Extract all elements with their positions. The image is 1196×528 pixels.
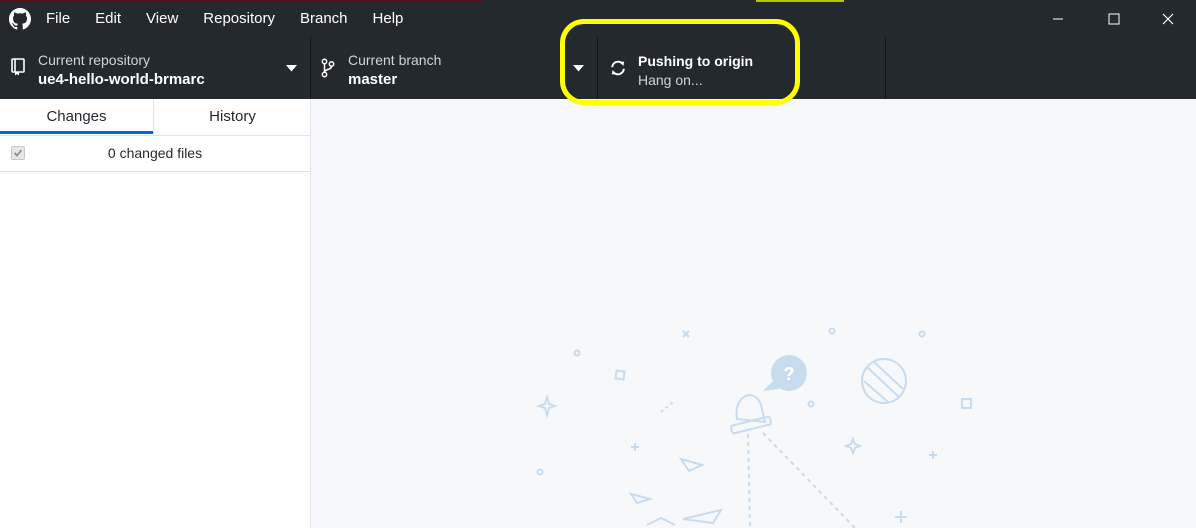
help-bubble-mark: ? bbox=[784, 364, 795, 384]
repository-selector[interactable]: Current repository ue4-hello-world-brmar… bbox=[0, 37, 311, 99]
window-accent-strip bbox=[756, 0, 844, 2]
selected-tab-indicator bbox=[0, 131, 153, 134]
decor-circle bbox=[573, 349, 581, 357]
maximize-button[interactable] bbox=[1086, 0, 1142, 37]
branch-icon bbox=[321, 58, 335, 78]
changed-files-count: 0 changed files bbox=[107, 145, 203, 161]
main-content: ? bbox=[311, 99, 1196, 528]
menu-help[interactable]: Help bbox=[371, 10, 406, 27]
tab-history[interactable]: History bbox=[153, 99, 311, 135]
menu-repository[interactable]: Repository bbox=[201, 10, 277, 27]
menu-view[interactable]: View bbox=[144, 10, 180, 27]
changed-files-header: 0 changed files bbox=[0, 136, 310, 172]
push-status: Hang on... bbox=[638, 72, 703, 88]
github-logo-icon[interactable] bbox=[9, 8, 31, 30]
menu-bar: File Edit View Repository Branch Help bbox=[44, 0, 426, 37]
decor-plus bbox=[929, 451, 937, 459]
decor-star bbox=[535, 393, 559, 419]
decor-circle bbox=[536, 468, 544, 476]
decor-star bbox=[843, 436, 863, 456]
decor-square bbox=[961, 398, 972, 409]
maximize-icon bbox=[1108, 13, 1120, 24]
repository-label: Current repository bbox=[38, 52, 151, 68]
push-title: Pushing to origin bbox=[638, 53, 754, 69]
push-button[interactable]: Pushing to origin Hang on... bbox=[598, 37, 886, 99]
branch-selector[interactable]: Current branch master bbox=[311, 37, 598, 99]
menu-file[interactable]: File bbox=[44, 10, 72, 27]
blank-slate-illustration: ? bbox=[535, 327, 972, 528]
debris bbox=[646, 516, 676, 526]
caret-down-icon bbox=[286, 65, 297, 72]
decor-circle bbox=[807, 400, 815, 408]
tab-changes[interactable]: Changes bbox=[0, 99, 153, 135]
decor-circle bbox=[828, 327, 836, 335]
minimize-button[interactable] bbox=[1030, 0, 1086, 37]
menu-edit[interactable]: Edit bbox=[93, 10, 123, 27]
sidebar-tabs: Changes History bbox=[0, 99, 310, 136]
decor-plus bbox=[895, 511, 907, 523]
caret-down-icon bbox=[573, 65, 584, 72]
close-button[interactable] bbox=[1140, 0, 1196, 37]
debris bbox=[628, 492, 654, 505]
decor-square bbox=[614, 369, 626, 381]
repo-icon bbox=[11, 58, 25, 76]
rocket-trail bbox=[762, 432, 856, 528]
debris bbox=[678, 457, 705, 473]
repository-name: ue4-hello-world-brmarc bbox=[38, 71, 205, 88]
sync-icon bbox=[611, 60, 625, 76]
decor-circle bbox=[918, 330, 926, 338]
sidebar: Changes History 0 changed files bbox=[0, 99, 311, 528]
debris bbox=[682, 508, 724, 525]
decor-dash bbox=[660, 401, 674, 413]
menu-branch[interactable]: Branch bbox=[298, 10, 350, 27]
title-bar: File Edit View Repository Branch Help bbox=[0, 0, 1196, 37]
toolbar: Current repository ue4-hello-world-brmar… bbox=[0, 37, 1196, 99]
rocket-trail bbox=[747, 433, 751, 528]
minimize-icon bbox=[1053, 18, 1063, 19]
decor-x bbox=[682, 330, 690, 338]
branch-name: master bbox=[348, 71, 398, 88]
decor-plus bbox=[631, 443, 639, 451]
branch-label: Current branch bbox=[348, 52, 442, 68]
close-icon bbox=[1162, 13, 1174, 24]
